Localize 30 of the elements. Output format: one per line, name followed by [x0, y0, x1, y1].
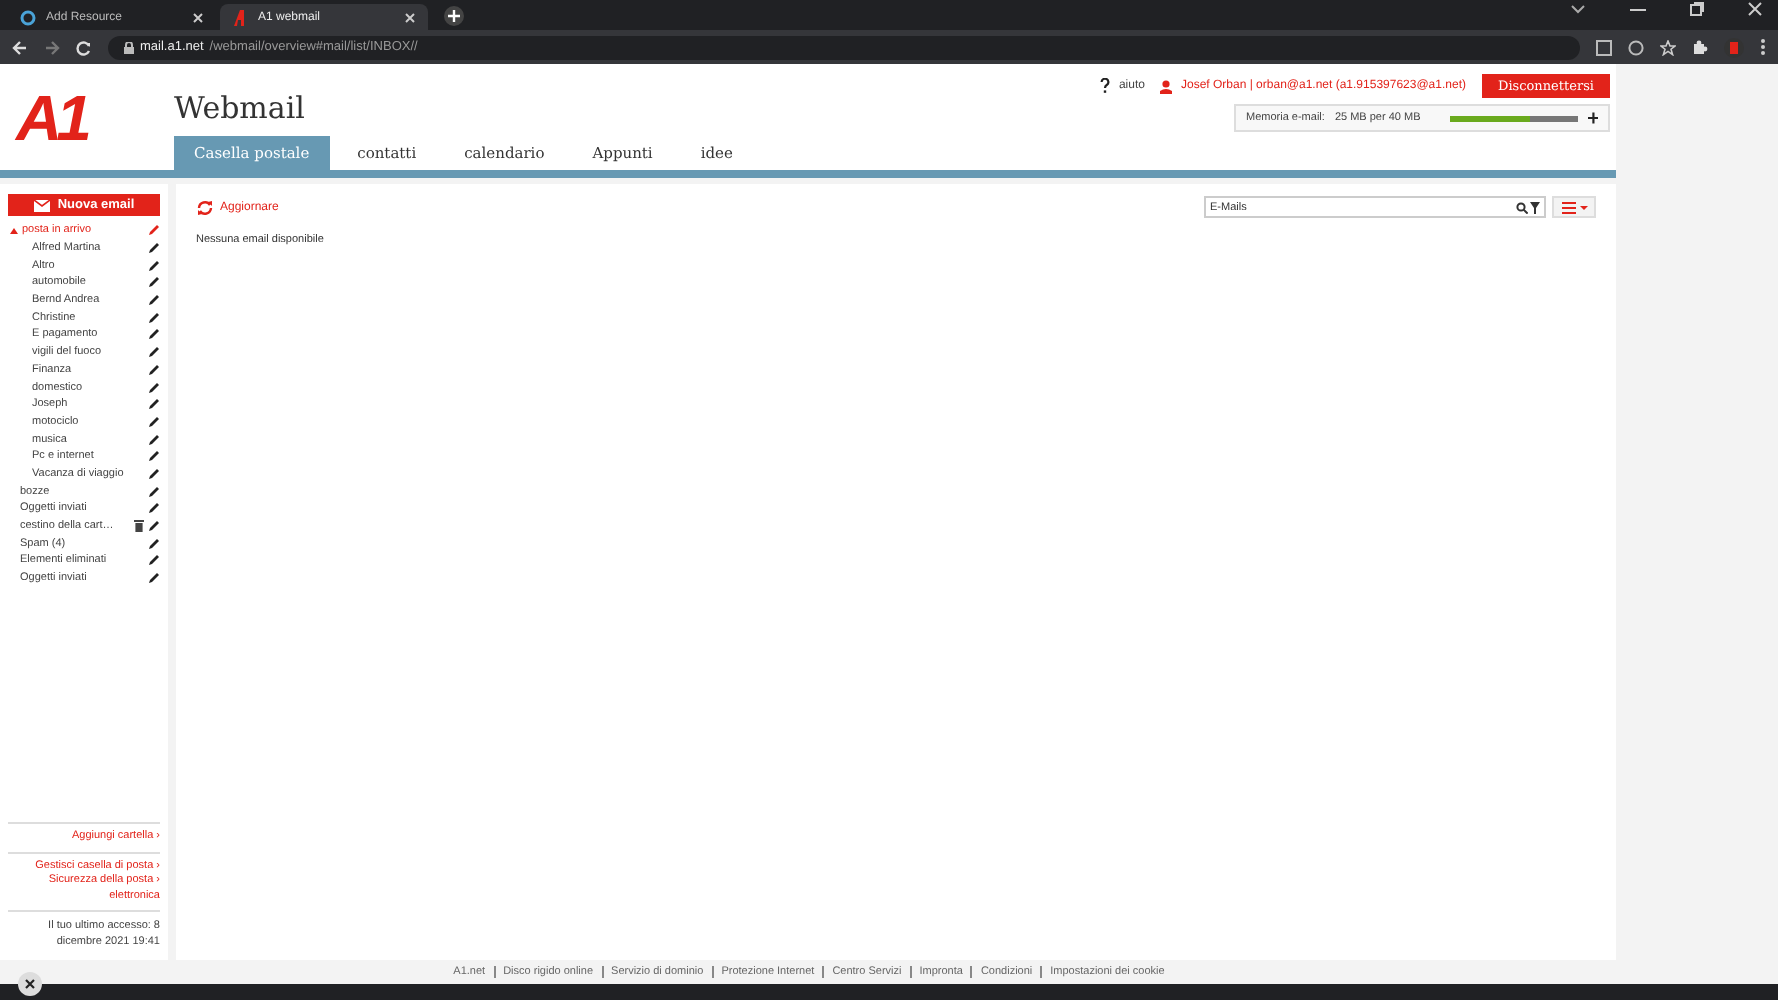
refresh-circle-icon: [20, 9, 36, 25]
restore-icon[interactable]: [1690, 2, 1704, 16]
plus-icon[interactable]: [1587, 112, 1598, 124]
lock-icon: [124, 41, 134, 53]
close-icon[interactable]: [192, 11, 204, 23]
close-icon[interactable]: [1748, 2, 1762, 16]
envelope-icon: [33, 199, 50, 211]
menu-icon[interactable]: [1760, 38, 1766, 56]
filter-icon[interactable]: [1530, 201, 1540, 213]
chevron-down-icon[interactable]: [1570, 3, 1586, 15]
back-icon[interactable]: [12, 39, 28, 55]
minimize-icon[interactable]: [1630, 3, 1646, 15]
new-tab-icon[interactable]: [444, 6, 464, 26]
refresh-icon: [196, 199, 214, 215]
search-icon[interactable]: [1516, 201, 1528, 213]
reload-icon[interactable]: [76, 39, 92, 55]
trash-icon[interactable]: [134, 520, 144, 533]
app-title: Webmail: [174, 90, 307, 126]
star-icon[interactable]: [1660, 39, 1676, 55]
help-icon[interactable]: [1100, 78, 1111, 94]
logo-icon: [232, 9, 248, 25]
forward-icon[interactable]: [44, 39, 60, 55]
close-icon[interactable]: [404, 11, 416, 23]
close-icon[interactable]: [18, 972, 42, 996]
user-icon: [1160, 79, 1173, 93]
logo[interactable]: A1: [16, 80, 104, 156]
caret-icon[interactable]: [10, 227, 18, 234]
puzzle-icon[interactable]: [1692, 39, 1708, 55]
list-view-button[interactable]: [1552, 196, 1596, 218]
list-caret-icon: [1561, 201, 1587, 213]
